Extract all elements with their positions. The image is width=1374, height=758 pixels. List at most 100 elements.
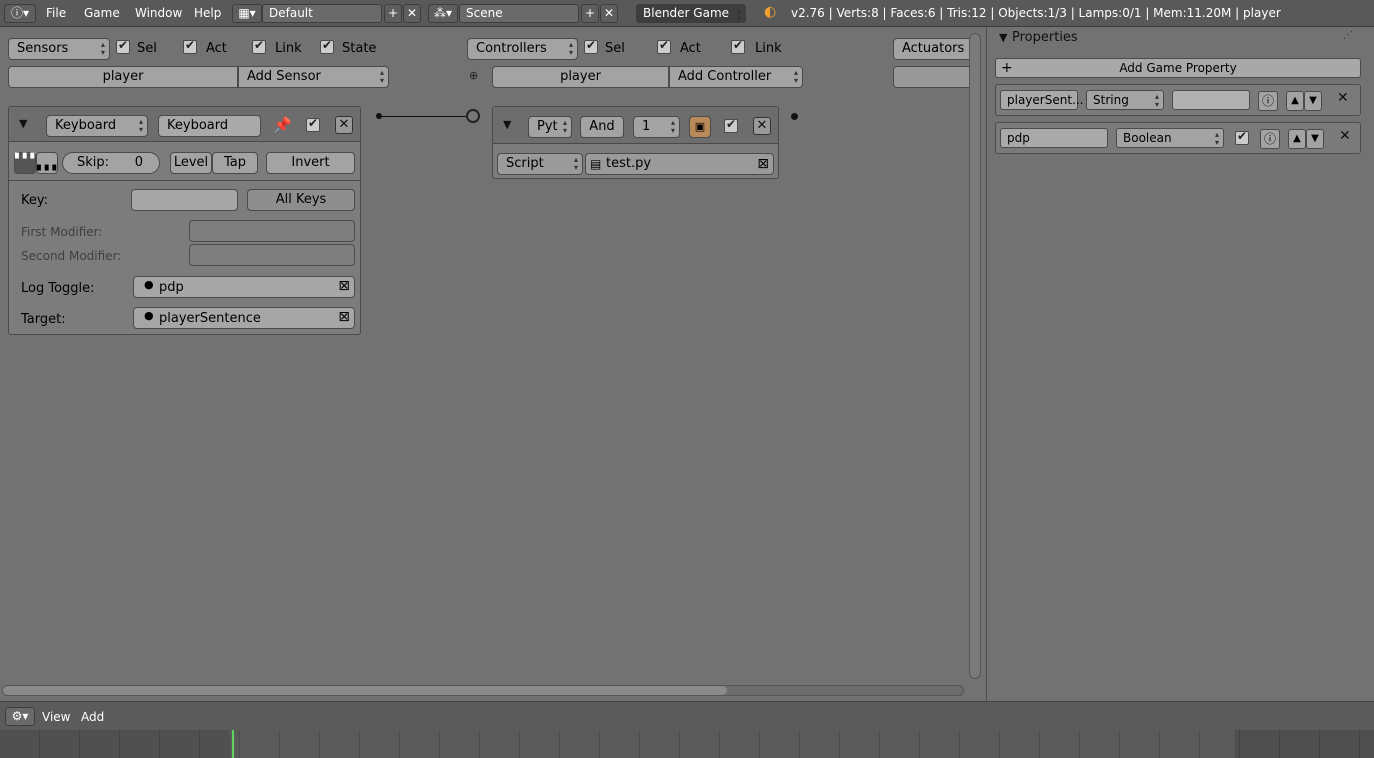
collapse-triangle-icon[interactable]: ▼ bbox=[999, 31, 1007, 44]
actuators-menu[interactable]: Actuators bbox=[893, 38, 973, 60]
move-down-arrow-icon[interactable]: ▼ bbox=[1304, 91, 1322, 111]
script-clear-close-icon[interactable]: ⊠ bbox=[757, 154, 769, 174]
collapse-triangle-icon[interactable]: ▼ bbox=[19, 117, 27, 130]
add-screen-icon[interactable]: + bbox=[384, 4, 402, 23]
add-controller-dropdown[interactable]: Add Controller bbox=[669, 66, 803, 88]
controllers-object-name[interactable]: player bbox=[492, 66, 669, 88]
move-up-arrow-icon[interactable]: ▲ bbox=[1288, 129, 1306, 149]
target-clear-close-icon[interactable]: ⊠ bbox=[338, 309, 350, 325]
timeline-preroll-region bbox=[0, 730, 230, 758]
controller-type-dropdown[interactable]: Pyt bbox=[528, 116, 572, 138]
property-type-dropdown[interactable]: String bbox=[1086, 90, 1164, 110]
properties-title: Properties bbox=[1012, 30, 1078, 45]
python-mode-dropdown[interactable]: Script bbox=[497, 153, 583, 175]
debug-info-icon[interactable]: ⓘ bbox=[1258, 91, 1278, 111]
logic-link-line bbox=[380, 116, 468, 117]
game-property-row: playerSent... String ⓘ ▲ ▼ ✕ bbox=[995, 84, 1361, 116]
property-type-dropdown[interactable]: Boolean bbox=[1116, 128, 1224, 148]
sensor-name-field[interactable]: Keyboard bbox=[158, 115, 261, 137]
controllers-sel-checkbox[interactable] bbox=[584, 38, 598, 54]
remove-property-close-icon[interactable]: ✕ bbox=[1339, 128, 1351, 144]
panel-drag-handle-icon[interactable]: ⋰ bbox=[1343, 30, 1353, 41]
property-name-field[interactable]: playerSent... bbox=[1000, 90, 1083, 110]
timeline-strip[interactable] bbox=[0, 730, 1374, 758]
sensor-type-dropdown[interactable]: Keyboard bbox=[46, 115, 148, 137]
add-state-plus-icon[interactable]: ⊕ bbox=[469, 69, 478, 82]
sensor-active-checkbox[interactable] bbox=[306, 116, 320, 132]
first-modifier-input[interactable] bbox=[189, 220, 355, 242]
menu-game[interactable]: Game bbox=[84, 6, 120, 20]
debug-info-icon[interactable]: ⓘ bbox=[1260, 129, 1280, 149]
target-field[interactable]: ● playerSentence ⊠ bbox=[133, 307, 355, 329]
horizontal-scrollbar-thumb[interactable] bbox=[3, 686, 727, 695]
add-sensor-dropdown[interactable]: Add Sensor bbox=[238, 66, 389, 88]
editor-type-info-icon[interactable]: ⓘ▾ bbox=[4, 4, 36, 23]
controller-priority-icon[interactable]: ▣ bbox=[689, 116, 711, 138]
controller-output-socket-icon[interactable] bbox=[791, 113, 798, 120]
move-up-arrow-icon[interactable]: ▲ bbox=[1286, 91, 1304, 111]
sensors-link-checkbox[interactable] bbox=[252, 38, 266, 54]
controller-state-dropdown[interactable]: 1 bbox=[633, 116, 680, 138]
property-value-checkbox[interactable] bbox=[1235, 129, 1249, 145]
text-file-icon: ▤ bbox=[590, 157, 602, 171]
skip-field[interactable]: Skip: 0 bbox=[62, 152, 160, 174]
vertical-scrollbar[interactable] bbox=[969, 33, 981, 679]
delete-scene-icon[interactable]: ✕ bbox=[600, 4, 618, 23]
current-frame-indicator[interactable] bbox=[232, 730, 234, 758]
second-modifier-input[interactable] bbox=[189, 244, 355, 266]
controller-input-socket-icon[interactable] bbox=[466, 109, 480, 123]
level-button[interactable]: Level bbox=[170, 152, 212, 174]
scene-icon[interactable]: ⁂▾ bbox=[428, 4, 458, 23]
controllers-sel-label: Sel bbox=[605, 41, 625, 56]
sensor-delete-close-icon[interactable]: ✕ bbox=[335, 116, 353, 134]
property-dot-icon: ● bbox=[144, 309, 154, 322]
menu-help[interactable]: Help bbox=[194, 6, 221, 20]
sensors-menu[interactable]: Sensors bbox=[8, 38, 110, 60]
controllers-menu[interactable]: Controllers bbox=[467, 38, 578, 60]
controller-delete-close-icon[interactable]: ✕ bbox=[753, 117, 771, 135]
actuators-object-name[interactable] bbox=[893, 66, 973, 88]
horizontal-scroll-track[interactable] bbox=[2, 685, 964, 696]
move-down-arrow-icon[interactable]: ▼ bbox=[1306, 129, 1324, 149]
menu-add[interactable]: Add bbox=[81, 710, 104, 724]
controller-name-field[interactable]: And bbox=[580, 116, 624, 138]
menu-view[interactable]: View bbox=[42, 710, 70, 724]
scene-field[interactable]: Scene bbox=[459, 4, 579, 23]
screen-layout-field[interactable]: Default bbox=[262, 4, 382, 23]
delete-screen-icon[interactable]: ✕ bbox=[403, 4, 421, 23]
log-toggle-value: pdp bbox=[159, 280, 184, 295]
log-toggle-clear-close-icon[interactable]: ⊠ bbox=[338, 278, 350, 294]
all-keys-button[interactable]: All Keys bbox=[247, 189, 355, 211]
pulse-true-icon[interactable]: ▘▘▘ bbox=[14, 152, 38, 174]
editor-type-logic-icon[interactable]: ⚙▾ bbox=[5, 707, 35, 726]
screen-layout-icon[interactable]: ▦▾ bbox=[232, 4, 262, 23]
sensors-state-label: State bbox=[342, 41, 377, 56]
render-engine-dropdown[interactable]: Blender Game bbox=[636, 4, 746, 23]
menu-file[interactable]: File bbox=[46, 6, 66, 20]
add-scene-icon[interactable]: + bbox=[581, 4, 599, 23]
logic-editor: Sensors Sel Act Link State player Add Se… bbox=[0, 27, 986, 701]
remove-property-close-icon[interactable]: ✕ bbox=[1337, 90, 1349, 106]
pulse-false-icon[interactable]: ▖▖▖ bbox=[36, 152, 60, 174]
collapse-triangle-icon[interactable]: ▼ bbox=[503, 118, 511, 131]
controller-active-checkbox[interactable] bbox=[724, 117, 738, 133]
add-game-property-button[interactable]: + Add Game Property bbox=[995, 58, 1361, 78]
pin-icon[interactable]: 📌 bbox=[273, 116, 292, 134]
menu-window[interactable]: Window bbox=[135, 6, 182, 20]
property-dot-icon: ● bbox=[144, 278, 154, 291]
tap-button[interactable]: Tap bbox=[212, 152, 258, 174]
sensors-state-checkbox[interactable] bbox=[320, 38, 334, 54]
log-toggle-field[interactable]: ● pdp ⊠ bbox=[133, 276, 355, 298]
controllers-act-checkbox[interactable] bbox=[657, 38, 671, 54]
invert-button[interactable]: Invert bbox=[266, 152, 355, 174]
sensors-object-name[interactable]: player bbox=[8, 66, 238, 88]
controllers-link-checkbox[interactable] bbox=[731, 38, 745, 54]
property-name-field[interactable]: pdp bbox=[1000, 128, 1108, 148]
script-field[interactable]: ▤ test.py ⊠ bbox=[585, 153, 774, 175]
key-label: Key: bbox=[21, 193, 49, 208]
key-input[interactable] bbox=[131, 189, 238, 211]
property-value-input[interactable] bbox=[1172, 90, 1250, 110]
controllers-link-label: Link bbox=[755, 41, 782, 56]
sensors-act-checkbox[interactable] bbox=[183, 38, 197, 54]
sensors-sel-checkbox[interactable] bbox=[116, 38, 130, 54]
